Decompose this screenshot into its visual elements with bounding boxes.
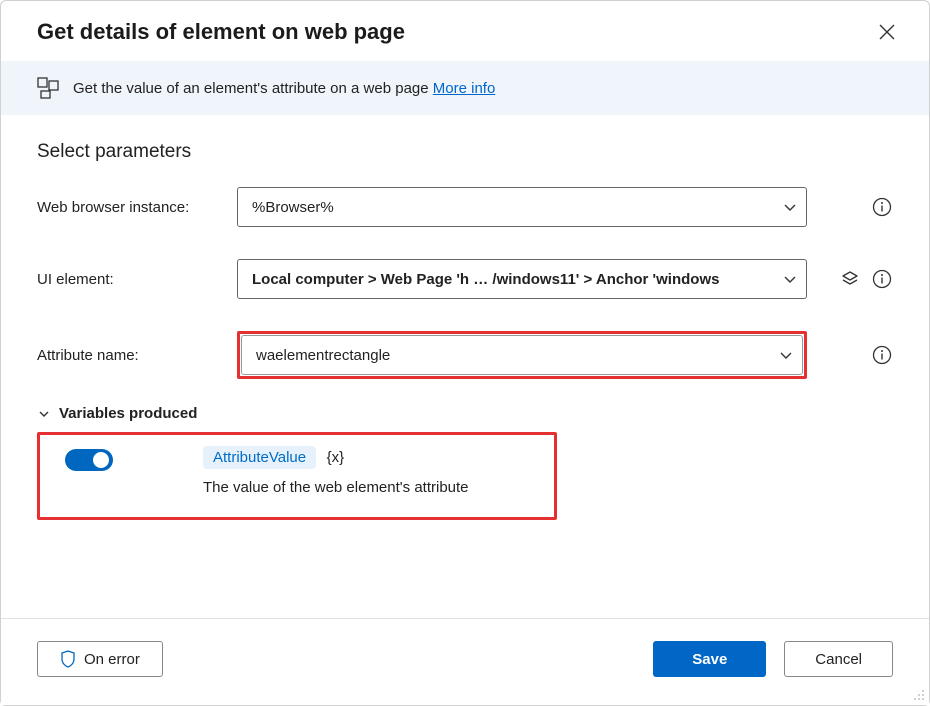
info-icon (872, 345, 892, 365)
label-browser: Web browser instance: (37, 199, 227, 216)
chevron-down-icon (37, 407, 51, 421)
browser-value: %Browser% (252, 199, 334, 216)
label-attribute: Attribute name: (37, 347, 227, 364)
browser-instance-select[interactable]: %Browser% (237, 187, 807, 227)
help-element[interactable] (871, 268, 893, 290)
close-button[interactable] (875, 20, 899, 44)
variable-description: The value of the web element's attribute (203, 479, 543, 496)
variable-row: AttributeValue {x} The value of the web … (41, 436, 553, 516)
help-browser[interactable] (871, 196, 893, 218)
cancel-button[interactable]: Cancel (784, 641, 893, 677)
ui-element-select[interactable]: Local computer > Web Page 'h … /windows1… (237, 259, 807, 299)
info-icon (872, 269, 892, 289)
label-element: UI element: (37, 271, 227, 288)
variable-details: AttributeValue {x} The value of the web … (203, 446, 543, 496)
on-error-label: On error (84, 651, 140, 668)
variable-toggle[interactable] (65, 449, 113, 471)
help-attribute[interactable] (871, 344, 893, 366)
dialog-header: Get details of element on web page (1, 1, 929, 61)
highlight-variable: AttributeValue {x} The value of the web … (37, 432, 557, 520)
chevron-down-icon (782, 271, 798, 287)
variable-token: {x} (327, 449, 345, 466)
variable-name-chip[interactable]: AttributeValue (203, 446, 316, 469)
chevron-down-icon (778, 347, 794, 363)
variables-title: Variables produced (59, 405, 197, 422)
info-icon (872, 197, 892, 217)
shield-icon (60, 650, 76, 668)
attribute-name-select[interactable]: waelementrectangle (241, 335, 803, 375)
section-title: Select parameters (37, 141, 893, 163)
save-label: Save (692, 651, 727, 668)
attribute-value: waelementrectangle (256, 347, 390, 364)
banner-text: Get the value of an element's attribute … (73, 80, 495, 97)
info-banner: Get the value of an element's attribute … (1, 61, 929, 115)
cancel-label: Cancel (815, 651, 862, 668)
row-element: UI element: Local computer > Web Page 'h… (37, 259, 893, 299)
web-element-icon (37, 77, 59, 99)
banner-desc: Get the value of an element's attribute … (73, 80, 433, 97)
variables-header[interactable]: Variables produced (37, 405, 893, 422)
dialog: Get details of element on web page Get t… (0, 0, 930, 706)
resize-grip-icon[interactable] (912, 688, 926, 702)
highlight-attribute: waelementrectangle (237, 331, 807, 379)
more-info-link[interactable]: More info (433, 80, 496, 97)
on-error-button[interactable]: On error (37, 641, 163, 677)
row-attribute: Attribute name: waelementrectangle (37, 331, 893, 379)
ui-element-picker[interactable] (839, 268, 861, 290)
dialog-title: Get details of element on web page (37, 19, 405, 45)
close-icon (879, 24, 895, 40)
layers-icon (840, 269, 860, 289)
chevron-down-icon (782, 199, 798, 215)
dialog-footer: On error Save Cancel (1, 618, 929, 705)
row-browser: Web browser instance: %Browser% (37, 187, 893, 227)
save-button[interactable]: Save (653, 641, 766, 677)
element-value: Local computer > Web Page 'h … /windows1… (252, 271, 719, 288)
dialog-body: Select parameters Web browser instance: … (1, 115, 929, 618)
